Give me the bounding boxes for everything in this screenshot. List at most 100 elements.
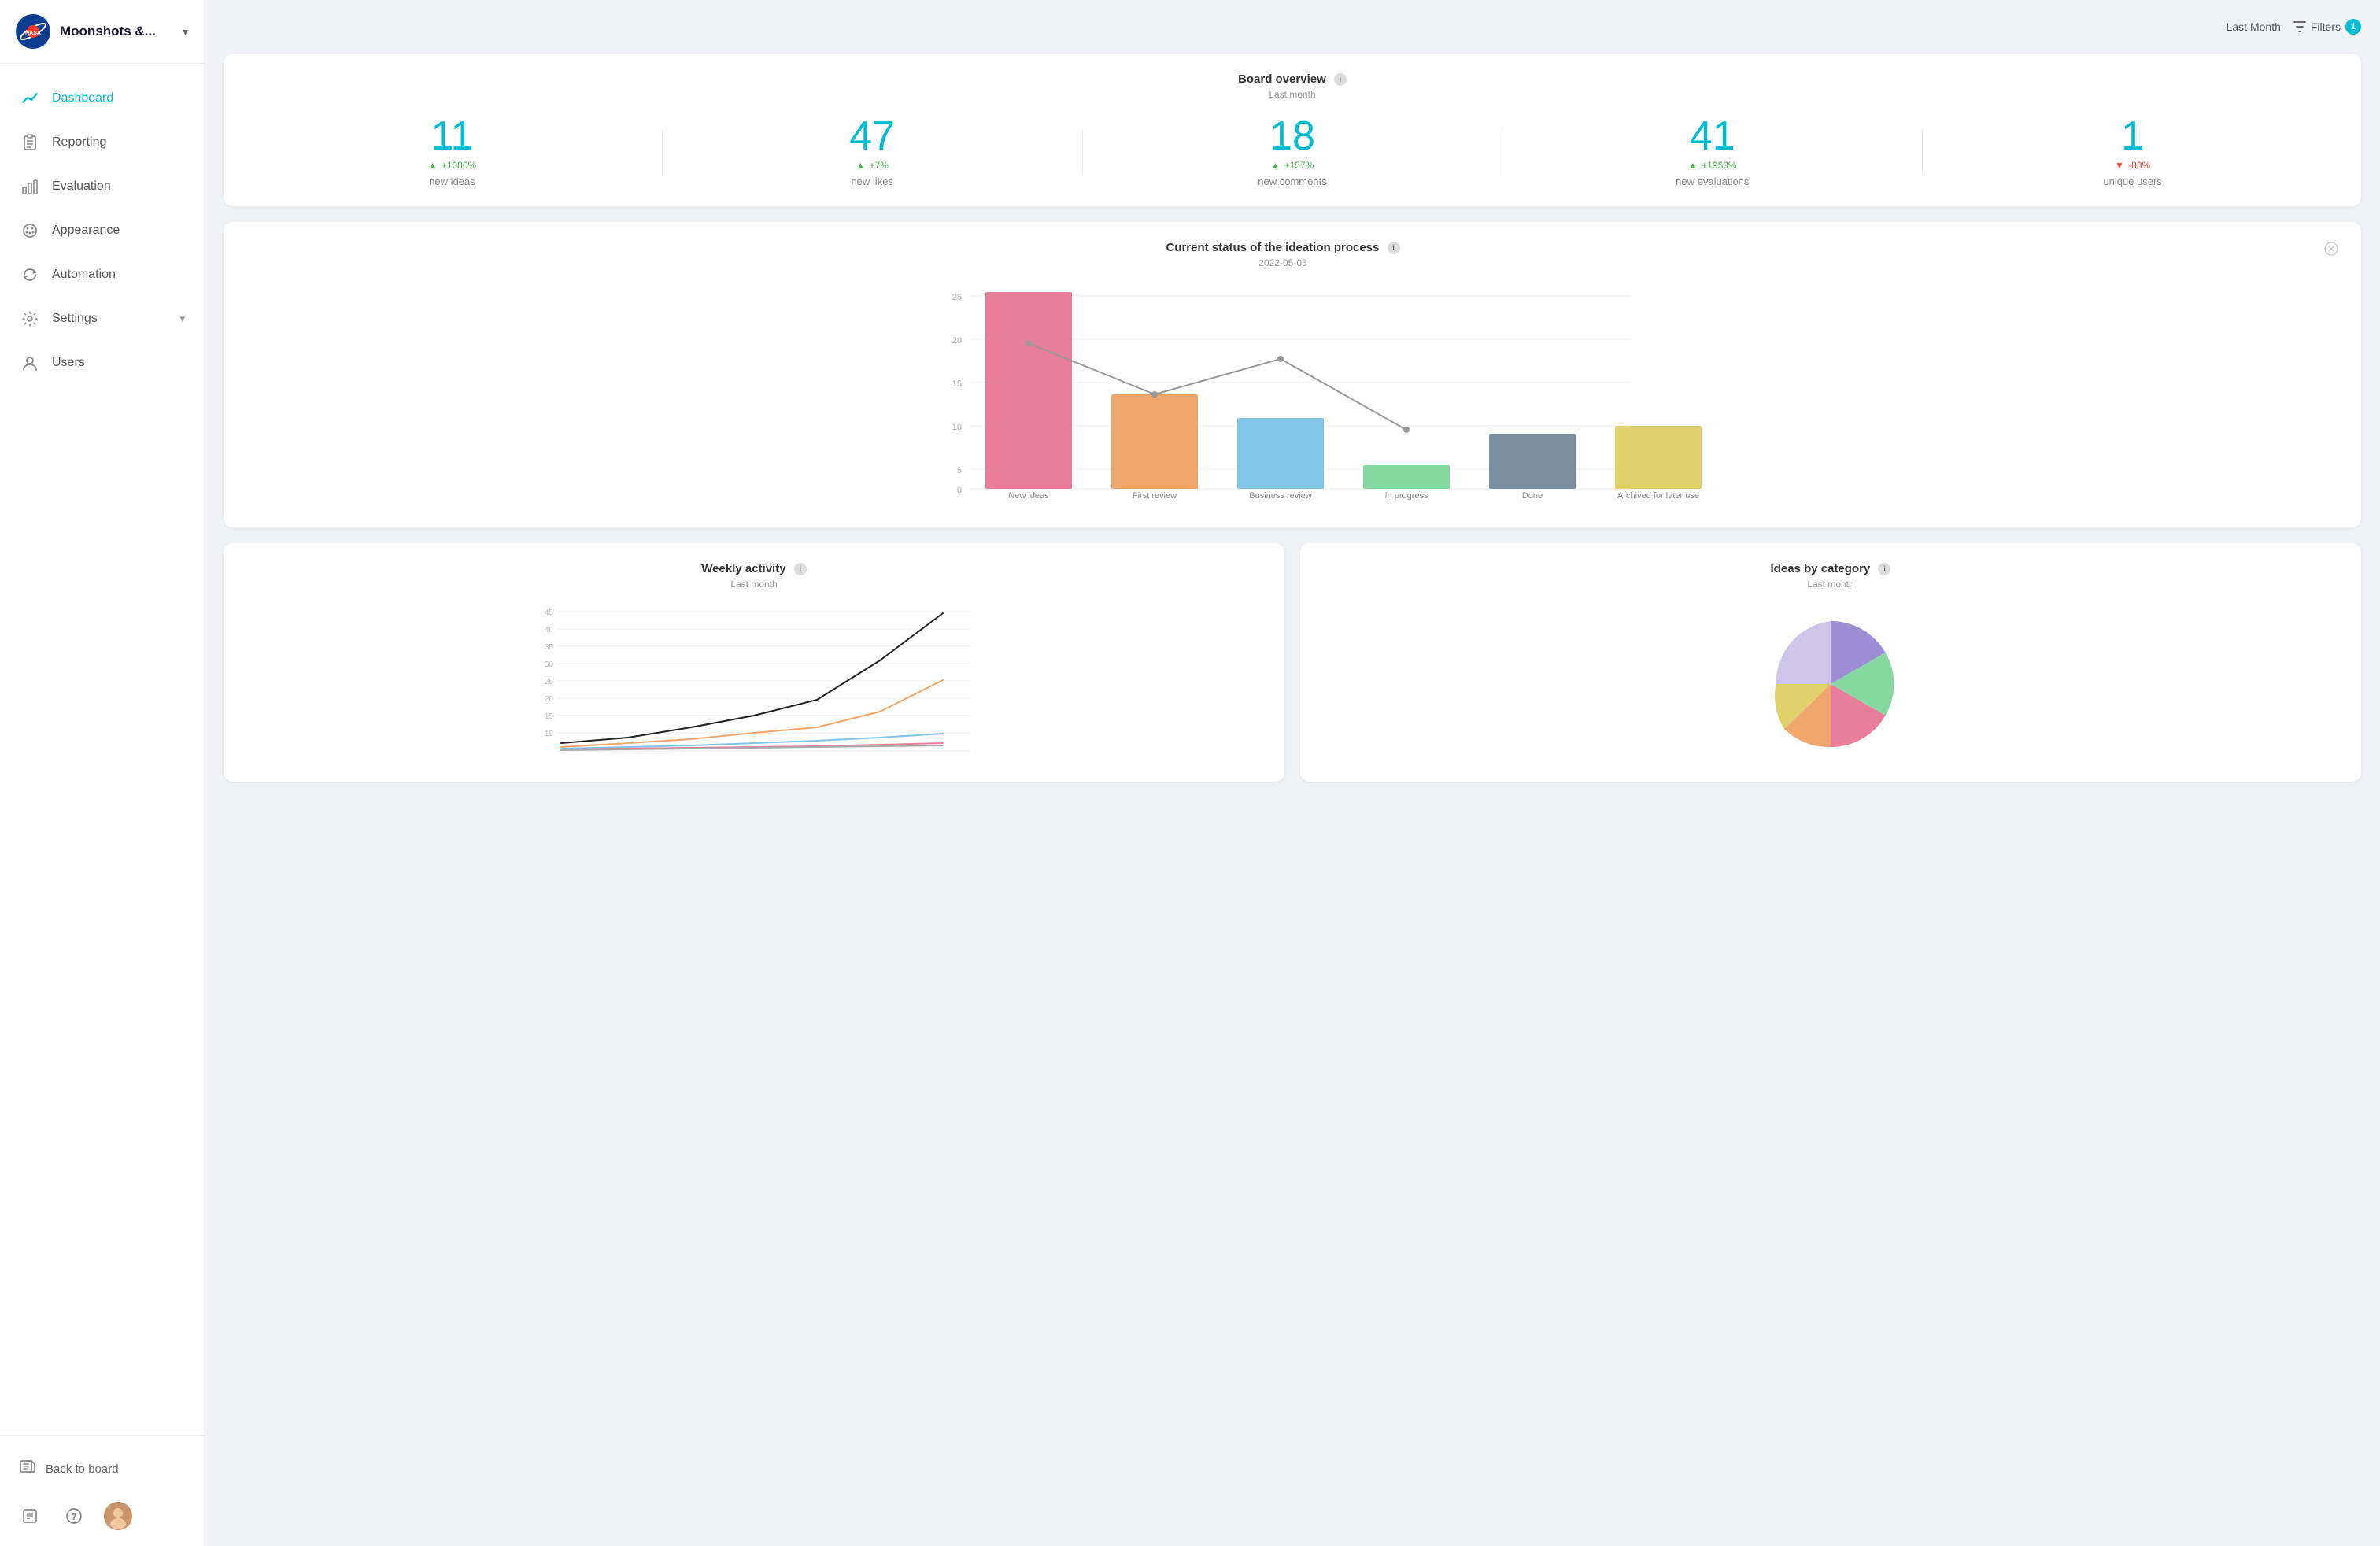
stat-change-likes: ▲ +7%: [663, 160, 1082, 171]
stat-change-evaluations: ▲ +1950%: [1502, 160, 1922, 171]
weekly-activity-subtitle: Last month: [242, 579, 1266, 590]
bar-done: [1489, 434, 1576, 489]
svg-text:10: 10: [545, 730, 554, 738]
sidebar-item-label-automation: Automation: [52, 268, 185, 282]
ideas-pie-chart: [1744, 605, 1917, 763]
palette-icon: [19, 220, 41, 242]
stats-row: 11 ▲ +1000% new ideas 47 ▲ +7% new likes…: [242, 116, 2342, 187]
svg-text:Done: Done: [1522, 491, 1543, 501]
svg-text:25: 25: [952, 293, 962, 302]
svg-text:20: 20: [952, 336, 962, 346]
clipboard-icon: [19, 131, 41, 153]
bottom-row: Weekly activity i Last month 45 40 35 30…: [224, 543, 2361, 782]
bar-business-review: [1237, 418, 1324, 489]
board-overview-info-icon[interactable]: i: [1334, 73, 1347, 86]
svg-text:0: 0: [957, 486, 962, 495]
sidebar-item-label-dashboard: Dashboard: [52, 91, 185, 105]
ideas-by-category-subtitle: Last month: [1319, 579, 2342, 590]
sidebar-nav: Dashboard Reporting: [0, 64, 204, 1435]
filter-icon: [2293, 21, 2306, 32]
ideas-by-category-card: Ideas by category i Last month: [1300, 543, 2361, 782]
stat-label-likes: new likes: [663, 176, 1082, 187]
sidebar-item-reporting[interactable]: Reporting: [0, 120, 204, 165]
sidebar-item-evaluation[interactable]: Evaluation: [0, 165, 204, 209]
back-to-board-label: Back to board: [46, 1463, 119, 1476]
bar-new-ideas: [985, 292, 1072, 489]
sidebar-item-users[interactable]: Users: [0, 341, 204, 385]
refresh-icon: [19, 264, 41, 286]
help-icon[interactable]: ?: [60, 1502, 88, 1530]
sidebar: NASA Moonshots &... ▾ Dashboard: [0, 0, 205, 1546]
board-overview-card: Board overview i Last month 11 ▲ +1000% …: [224, 54, 2361, 206]
chart-options-icon[interactable]: [2323, 241, 2342, 261]
filters-button[interactable]: Filters 1: [2293, 19, 2361, 35]
stat-new-evaluations: 41 ▲ +1950% new evaluations: [1502, 116, 1922, 187]
up-arrow-ideas: ▲: [428, 160, 438, 171]
main-content: Last Month Filters 1 Board overview i La…: [205, 0, 2380, 1546]
svg-text:Business review: Business review: [1249, 491, 1312, 501]
settings-chevron-icon: ▾: [179, 313, 185, 325]
trend-point-1: [1026, 340, 1032, 346]
stat-label-ideas: new ideas: [242, 176, 662, 187]
back-to-board-button[interactable]: Back to board: [16, 1448, 188, 1489]
topbar: Last Month Filters 1: [224, 19, 2361, 35]
sidebar-item-label-evaluation: Evaluation: [52, 179, 185, 194]
trend-point-4: [1403, 427, 1410, 433]
stat-unique-users: 1 ▼ -83% unique users: [1923, 116, 2342, 187]
stat-new-comments: 18 ▲ +157% new comments: [1083, 116, 1502, 187]
weekly-activity-chart: 45 40 35 30 25 20 15 10: [242, 605, 1266, 763]
stat-value-evaluations: 41: [1502, 116, 1922, 157]
svg-text:10: 10: [952, 423, 962, 432]
user-avatar[interactable]: [104, 1502, 132, 1530]
sidebar-item-label-reporting: Reporting: [52, 135, 185, 150]
user-icon: [19, 352, 41, 374]
svg-text:25: 25: [545, 678, 554, 686]
ideation-bar-chart: 25 20 15 10 5 0 New ideas First review B…: [242, 284, 2342, 505]
stat-change-ideas: ▲ +1000%: [242, 160, 662, 171]
svg-text:15: 15: [545, 712, 554, 721]
stat-value-users: 1: [1923, 116, 2342, 157]
ideation-chart-info-icon[interactable]: i: [1388, 242, 1400, 254]
svg-text:New ideas: New ideas: [1008, 491, 1049, 501]
sidebar-item-label-appearance: Appearance: [52, 224, 185, 238]
up-arrow-comments: ▲: [1271, 160, 1281, 171]
filters-label: Filters: [2311, 20, 2341, 33]
trend-point-2: [1151, 391, 1158, 398]
weekly-activity-title: Weekly activity i: [242, 562, 1266, 575]
svg-text:Archived for later use: Archived for later use: [1617, 491, 1699, 501]
app-name: Moonshots &...: [60, 24, 183, 39]
svg-text:NASA: NASA: [25, 31, 41, 36]
stat-label-users: unique users: [1923, 176, 2342, 187]
pie-chart-container: [1319, 605, 2342, 763]
ideation-chart-card: Current status of the ideation process i…: [224, 222, 2361, 527]
stat-value-comments: 18: [1083, 116, 1502, 157]
sidebar-item-label-settings: Settings: [52, 312, 179, 326]
sidebar-bottom: Back to board ?: [0, 1435, 204, 1546]
notes-icon[interactable]: [16, 1502, 44, 1530]
up-arrow-likes: ▲: [856, 160, 865, 171]
sidebar-chevron-icon: ▾: [183, 25, 188, 39]
sidebar-item-appearance[interactable]: Appearance: [0, 209, 204, 253]
weekly-line-black: [561, 613, 943, 743]
back-icon: [19, 1458, 36, 1480]
svg-text:?: ?: [71, 1511, 77, 1522]
sidebar-item-dashboard[interactable]: Dashboard: [0, 76, 204, 120]
sidebar-bottom-icons: ?: [16, 1502, 188, 1530]
down-arrow-users: ▼: [2115, 160, 2124, 171]
sidebar-item-automation[interactable]: Automation: [0, 253, 204, 297]
stat-value-ideas: 11: [242, 116, 662, 157]
svg-text:45: 45: [545, 608, 554, 617]
ideas-by-category-info-icon[interactable]: i: [1878, 563, 1890, 575]
sidebar-item-settings[interactable]: Settings ▾: [0, 297, 204, 341]
svg-text:First review: First review: [1133, 491, 1177, 501]
up-arrow-evaluations: ▲: [1688, 160, 1698, 171]
bar-first-review: [1111, 394, 1198, 489]
stat-label-comments: new comments: [1083, 176, 1502, 187]
weekly-activity-info-icon[interactable]: i: [794, 563, 807, 575]
board-overview-subtitle: Last month: [242, 89, 2342, 100]
svg-text:15: 15: [952, 379, 962, 389]
filter-count-badge: 1: [2345, 19, 2361, 35]
sidebar-header[interactable]: NASA Moonshots &... ▾: [0, 0, 204, 64]
sidebar-item-label-users: Users: [52, 356, 185, 370]
stat-change-comments: ▲ +157%: [1083, 160, 1502, 171]
